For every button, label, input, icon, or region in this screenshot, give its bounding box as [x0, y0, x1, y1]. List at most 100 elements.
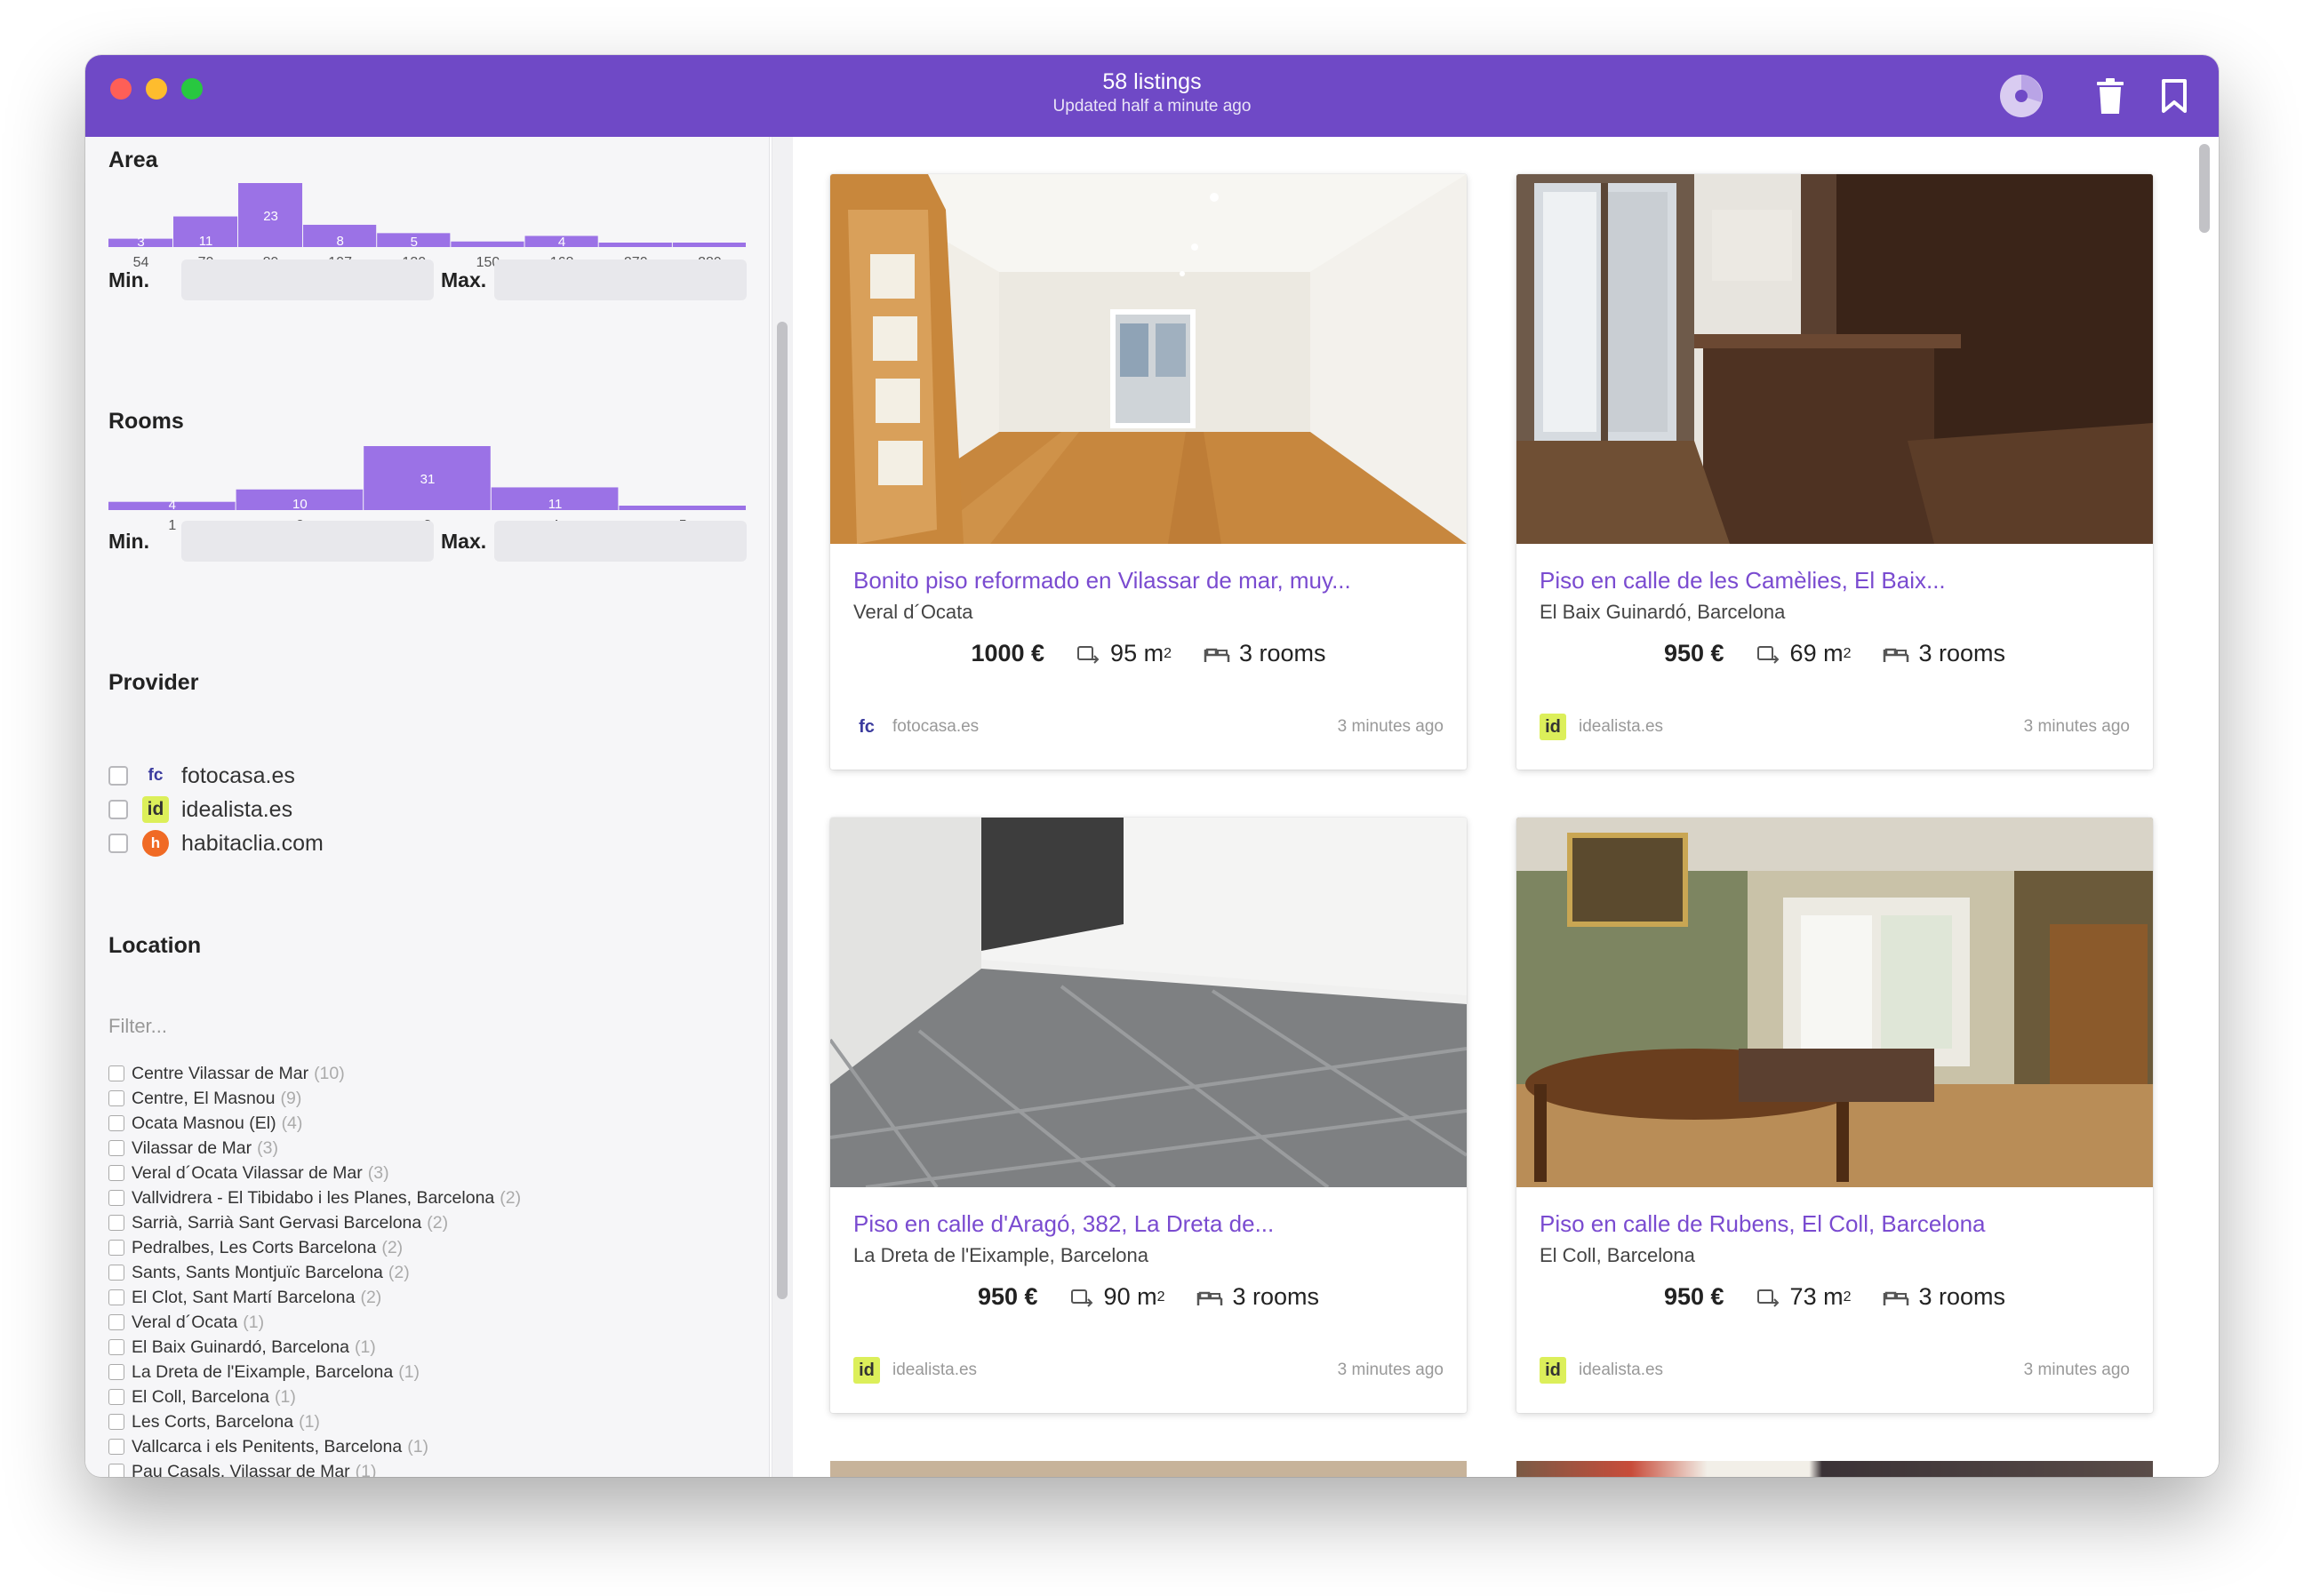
location-item[interactable]: Vallvidrera - El Tibidabo i les Planes, … [108, 1185, 757, 1210]
location-count: (1) [299, 1411, 320, 1432]
listing-photo[interactable] [830, 818, 1467, 1187]
location-item[interactable]: Veral d´Ocata Vilassar de Mar (3) [108, 1161, 757, 1185]
location-name: Veral d´Ocata Vilassar de Mar [132, 1162, 363, 1183]
location-name: Vallvidrera - El Tibidabo i les Planes, … [132, 1187, 495, 1208]
location-name: Vallcarca i els Penitents, Barcelona [132, 1436, 403, 1456]
listing-provider[interactable]: idealista.es [1579, 717, 1663, 737]
rooms-max-input[interactable] [494, 521, 747, 562]
fotocasa-logo-icon: fc [859, 716, 875, 737]
location-item[interactable]: Centre Vilassar de Mar (10) [108, 1061, 757, 1086]
listings-scrollbar-thumb[interactable] [2199, 144, 2210, 233]
location-list: Centre Vilassar de Mar (10) Centre, El Mas… [108, 1061, 757, 1477]
area-icon [1756, 1289, 1779, 1307]
listing-photo[interactable] [830, 174, 1467, 544]
listing-area: 90 m2 [1070, 1283, 1164, 1311]
bookmark-icon[interactable] [2156, 75, 2192, 117]
listing-card-partial[interactable] [1516, 1461, 2153, 1477]
location-checkbox[interactable] [108, 1414, 124, 1430]
location-item[interactable]: Veral d´Ocata (1) [108, 1310, 757, 1335]
location-item[interactable]: El Clot, Sant Martí Barcelona (2) [108, 1285, 757, 1310]
location-checkbox[interactable] [108, 1240, 124, 1256]
listing-card[interactable]: Piso en calle de les Camèlies, El Baix..… [1516, 174, 2153, 770]
location-checkbox[interactable] [108, 1289, 124, 1305]
listing-title[interactable]: Bonito piso reformado en Vilassar de mar… [853, 567, 1351, 595]
location-item[interactable]: Pau Casals, Vilassar de Mar (1) [108, 1459, 757, 1477]
location-item[interactable]: El Baix Guinardó, Barcelona (1) [108, 1335, 757, 1360]
location-count: (1) [398, 1361, 420, 1382]
histogram-bar[interactable] [672, 243, 746, 247]
listing-provider[interactable]: fotocasa.es [892, 717, 979, 737]
area-icon [1070, 1289, 1092, 1307]
provider-checkbox[interactable] [108, 834, 128, 853]
area-section-title: Area [108, 148, 158, 172]
fotocasa-logo-icon: fc [148, 766, 164, 785]
listing-card[interactable]: Bonito piso reformado en Vilassar de mar… [830, 174, 1467, 770]
histogram-bar-label: 31 [420, 472, 436, 487]
location-item[interactable]: Centre, El Masnou (9) [108, 1086, 757, 1111]
provider-checkbox[interactable] [108, 766, 128, 786]
location-checkbox[interactable] [108, 1439, 124, 1455]
histogram-bar[interactable] [451, 241, 524, 247]
listing-provider[interactable]: idealista.es [892, 1361, 977, 1380]
provider-item-fotocasa[interactable]: fc fotocasa.es [108, 759, 324, 793]
location-checkbox[interactable] [108, 1314, 124, 1330]
listing-rooms-value: 3 rooms [1918, 1283, 2006, 1310]
location-count: (3) [367, 1162, 389, 1183]
location-item[interactable]: Les Corts, Barcelona (1) [108, 1409, 757, 1434]
trash-icon[interactable] [2092, 75, 2128, 117]
listing-location: El Baix Guinardó, Barcelona [1540, 601, 1786, 623]
location-item[interactable]: La Dreta de l'Eixample, Barcelona (1) [108, 1360, 757, 1385]
listing-time: 3 minutes ago [2023, 1361, 2130, 1379]
sidebar-scrollbar-thumb[interactable] [777, 322, 788, 1299]
location-checkbox[interactable] [108, 1140, 124, 1156]
location-checkbox[interactable] [108, 1115, 124, 1131]
area-histogram[interactable]: 35411702389810751301504168270289 [108, 180, 747, 268]
location-name: Veral d´Ocata [132, 1312, 238, 1332]
location-item[interactable]: Vilassar de Mar (3) [108, 1136, 757, 1161]
area-histogram-chart[interactable]: 35411702389810751301504168270289 [108, 180, 747, 268]
location-item[interactable]: Ocata Masnou (El) (4) [108, 1111, 757, 1136]
location-item[interactable]: Vallcarca i els Penitents, Barcelona (1) [108, 1434, 757, 1459]
listing-card[interactable]: Piso en calle d'Aragó, 382, La Dreta de.… [830, 818, 1467, 1413]
location-checkbox[interactable] [108, 1090, 124, 1106]
location-checkbox[interactable] [108, 1215, 124, 1231]
location-item[interactable]: Sants, Sants Montjuïc Barcelona (2) [108, 1260, 757, 1285]
provider-item-habitaclia[interactable]: h habitaclia.com [108, 826, 324, 860]
location-item[interactable]: Sarrià, Sarrià Sant Gervasi Barcelona (2) [108, 1210, 757, 1235]
provider-item-idealista[interactable]: id idealista.es [108, 793, 324, 826]
location-checkbox[interactable] [108, 1265, 124, 1281]
provider-checkbox[interactable] [108, 800, 128, 819]
listing-photo[interactable] [1516, 174, 2153, 544]
rooms-histogram-chart[interactable]: 411023131145 [108, 443, 747, 531]
provider-section-title: Provider [108, 670, 199, 695]
rooms-histogram[interactable]: 411023131145 [108, 443, 747, 531]
refresh-progress-icon[interactable] [1998, 73, 2044, 119]
area-max-input[interactable] [494, 259, 747, 300]
location-name: Ocata Masnou (El) [132, 1113, 276, 1133]
listing-provider[interactable]: idealista.es [1579, 1361, 1663, 1380]
listing-photo[interactable] [1516, 818, 2153, 1187]
location-checkbox[interactable] [108, 1389, 124, 1405]
location-item[interactable]: Pedralbes, Les Corts Barcelona (2) [108, 1235, 757, 1260]
listing-title[interactable]: Piso en calle d'Aragó, 382, La Dreta de.… [853, 1210, 1274, 1238]
area-min-input[interactable] [181, 259, 434, 300]
listing-title[interactable]: Piso en calle de Rubens, El Coll, Barcel… [1540, 1210, 1986, 1238]
location-checkbox[interactable] [108, 1339, 124, 1355]
location-checkbox[interactable] [108, 1464, 124, 1477]
location-checkbox[interactable] [108, 1165, 124, 1181]
location-item[interactable]: El Coll, Barcelona (1) [108, 1385, 757, 1409]
histogram-bar[interactable] [598, 243, 672, 247]
histogram-bar[interactable] [619, 506, 746, 510]
area-min-label: Min. [108, 268, 149, 291]
location-checkbox[interactable] [108, 1364, 124, 1380]
listing-price: 1000 € [971, 640, 1045, 666]
location-checkbox[interactable] [108, 1190, 124, 1206]
listing-card[interactable]: Piso en calle de Rubens, El Coll, Barcel… [1516, 818, 2153, 1413]
location-count: (1) [407, 1436, 429, 1456]
listing-stats: 950 € 90 m2 3 rooms [830, 1283, 1467, 1311]
listing-title[interactable]: Piso en calle de les Camèlies, El Baix..… [1540, 567, 1946, 595]
location-filter-input[interactable]: Filter... [108, 1015, 167, 1038]
listing-card-partial[interactable] [830, 1461, 1467, 1477]
location-checkbox[interactable] [108, 1065, 124, 1081]
rooms-min-input[interactable] [181, 521, 434, 562]
